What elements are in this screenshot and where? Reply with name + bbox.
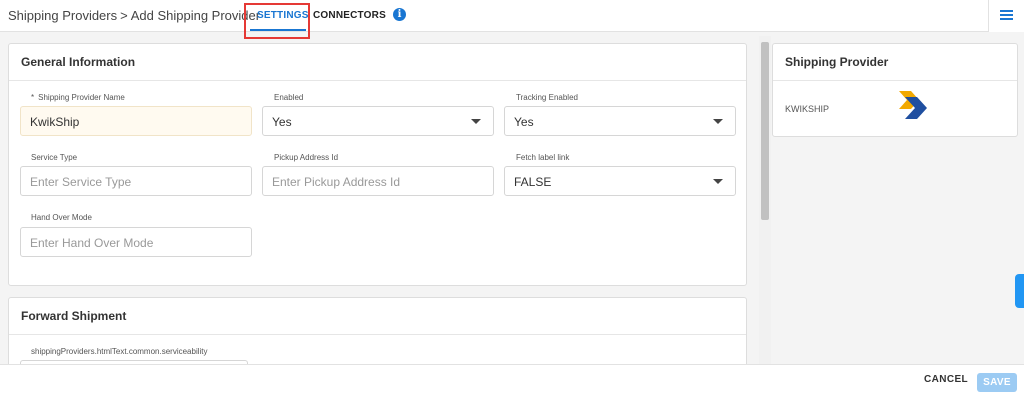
provider-name-input[interactable]: KwikShip <box>20 106 252 136</box>
enabled-select-value: Yes <box>272 115 292 129</box>
hand-over-mode-placeholder: Enter Hand Over Mode <box>30 236 154 250</box>
hamburger-menu-button[interactable] <box>988 0 1024 32</box>
top-bar: Shipping Providers > Add Shipping Provider… <box>0 0 1024 39</box>
breadcrumb: Shipping Providers > Add Shipping Provider <box>8 8 260 23</box>
menu-icon-line-2 <box>1000 14 1013 16</box>
hand-over-mode-input[interactable]: Enter Hand Over Mode <box>20 227 252 257</box>
tracking-enabled-label: Tracking Enabled <box>516 93 578 102</box>
kwikship-logo-icon <box>899 91 927 119</box>
save-button[interactable]: SAVE <box>977 373 1017 392</box>
menu-icon-line-3 <box>1000 18 1013 20</box>
cancel-button[interactable]: CANCEL <box>924 374 968 385</box>
service-type-label: Service Type <box>31 153 78 162</box>
breadcrumb-separator: > <box>120 8 128 23</box>
fetch-label-link-select-value: FALSE <box>514 175 552 189</box>
breadcrumb-current: Add Shipping Provider <box>130 8 261 23</box>
breadcrumb-parent-link[interactable]: Shipping Providers <box>8 8 117 23</box>
provider-name-label: * Shipping Provider Name <box>31 93 125 102</box>
chevron-down-icon <box>713 179 723 184</box>
tracking-enabled-select[interactable]: Yes <box>504 106 736 136</box>
hand-over-mode-label: Hand Over Mode <box>31 213 92 222</box>
provider-name-label-text: Shipping Provider Name <box>38 93 125 102</box>
forward-shipment-title: Forward Shipment <box>9 298 746 335</box>
vertical-scrollbar[interactable] <box>759 36 771 364</box>
chevron-down-icon <box>713 119 723 124</box>
settings-tab-highlight-box <box>244 3 310 39</box>
required-marker: * <box>31 93 35 102</box>
shipping-provider-title: Shipping Provider <box>773 44 1017 81</box>
enabled-label: Enabled <box>274 93 304 102</box>
service-type-input[interactable]: Enter Service Type <box>20 166 252 196</box>
chevron-down-icon <box>471 119 481 124</box>
side-panel-toggle-tab[interactable] <box>1015 274 1024 308</box>
fetch-label-link-select[interactable]: FALSE <box>504 166 736 196</box>
tracking-enabled-select-value: Yes <box>514 115 534 129</box>
tab-connectors[interactable]: CONNECTORS <box>313 10 386 21</box>
menu-icon-line-1 <box>1000 10 1013 12</box>
footer-bar: CANCEL SAVE <box>0 364 1024 397</box>
scrollbar-thumb[interactable] <box>761 42 769 220</box>
pickup-address-id-placeholder: Enter Pickup Address Id <box>272 175 401 189</box>
enabled-select[interactable]: Yes <box>262 106 494 136</box>
fetch-label-link-label: Fetch label link <box>516 153 570 162</box>
pickup-address-id-label: Pickup Address Id <box>274 153 339 162</box>
general-information-title: General Information <box>9 44 746 81</box>
service-type-placeholder: Enter Service Type <box>30 175 132 189</box>
info-icon[interactable]: i <box>393 8 406 21</box>
shipping-provider-card: Shipping Provider KWIKSHIP <box>772 43 1018 137</box>
general-information-card: General Information * Shipping Provider N… <box>8 43 747 286</box>
serviceability-label: shippingProviders.htmlText.common.servic… <box>31 347 208 356</box>
provider-name-text: KWIKSHIP <box>785 104 830 114</box>
pickup-address-id-input[interactable]: Enter Pickup Address Id <box>262 166 494 196</box>
